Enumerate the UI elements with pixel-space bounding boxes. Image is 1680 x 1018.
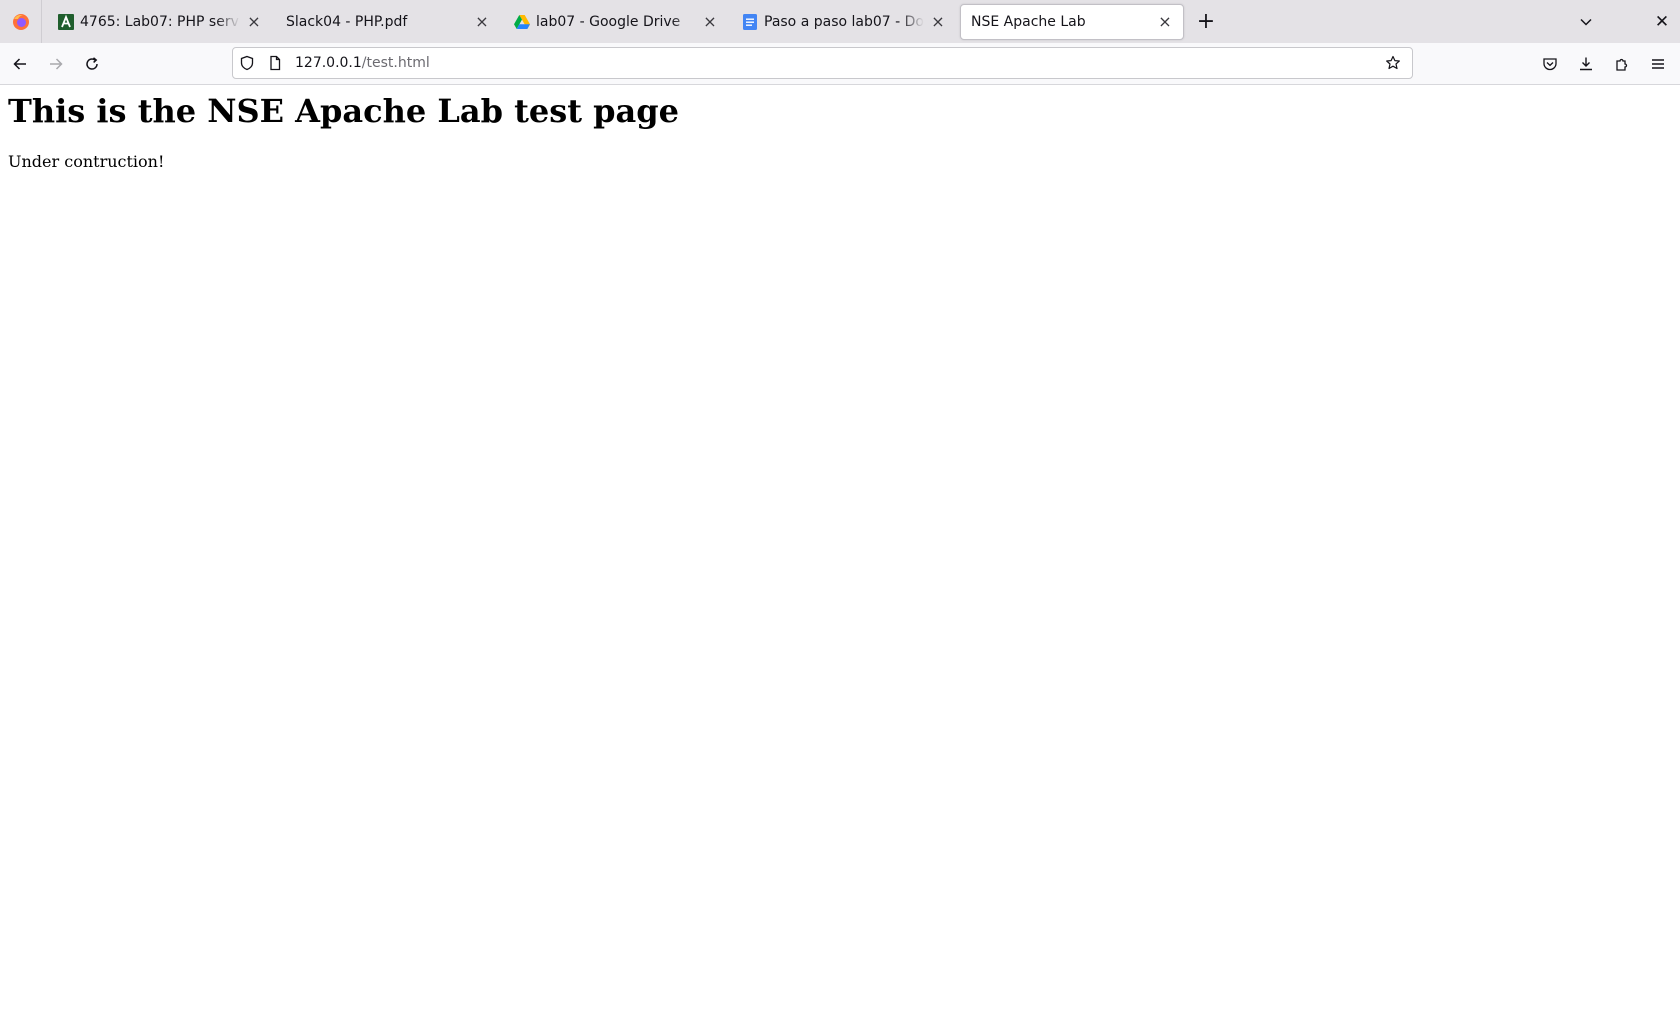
tab-paso-a-paso-lab07[interactable]: Paso a paso lab07 - Documentos de Google…: [732, 4, 956, 40]
google-drive-icon: [514, 14, 530, 30]
tab-list: 4765: Lab07: PHP server | Ejercicios de …: [42, 0, 1220, 43]
close-icon[interactable]: ×: [928, 12, 948, 32]
reload-button[interactable]: [76, 48, 108, 80]
close-icon[interactable]: ×: [1155, 12, 1175, 32]
app-menu-button[interactable]: [1642, 48, 1674, 80]
address-bar[interactable]: 127.0.0.1/test.html: [232, 47, 1413, 79]
downloads-button[interactable]: [1570, 48, 1602, 80]
pocket-icon: [1543, 58, 1557, 71]
google-docs-icon: [742, 13, 758, 30]
list-all-tabs-button[interactable]: [1568, 4, 1604, 40]
tab-lab07-google-drive[interactable]: lab07 - Google Drive ×: [504, 4, 728, 40]
tabstrip-controls: ✕: [1568, 0, 1680, 43]
bookmark-star-icon[interactable]: [1380, 48, 1406, 78]
firefox-logo-icon: [12, 13, 29, 30]
tab-title: lab07 - Google Drive: [536, 13, 681, 30]
navigation-toolbar: 127.0.0.1/test.html: [0, 43, 1680, 85]
puzzle-piece-icon: [1616, 58, 1628, 71]
url-text: 127.0.0.1/test.html: [295, 55, 430, 71]
tab-lab07-php-server[interactable]: 4765: Lab07: PHP server | Ejercicios de …: [48, 4, 272, 40]
hamburger-menu-icon: [1652, 59, 1664, 69]
chevron-down-icon: [1580, 18, 1592, 26]
firefox-view-button[interactable]: [0, 0, 42, 43]
toolbar-right: [1530, 43, 1680, 85]
reload-icon: [86, 56, 98, 70]
tracking-protection-shield-icon[interactable]: [233, 48, 261, 78]
tab-strip: 4765: Lab07: PHP server | Ejercicios de …: [0, 0, 1680, 43]
forward-button[interactable]: [40, 48, 72, 80]
url-path: /test.html: [361, 55, 430, 71]
tab-title: Paso a paso lab07 - Documentos de Google: [764, 13, 924, 30]
new-tab-button[interactable]: +: [1192, 8, 1220, 36]
close-icon[interactable]: ×: [700, 12, 720, 32]
tab-title: Slack04 - PHP.pdf: [286, 13, 408, 30]
extensions-button[interactable]: [1606, 48, 1638, 80]
tab-title: NSE Apache Lab: [971, 13, 1086, 30]
page-info-icon[interactable]: [261, 48, 289, 78]
window-close-button[interactable]: ✕: [1644, 4, 1680, 40]
page-heading: This is the NSE Apache Lab test page: [8, 92, 679, 130]
close-icon[interactable]: ×: [244, 12, 264, 32]
url-host: 127.0.0.1: [295, 55, 362, 71]
aula-a-icon: [58, 13, 74, 30]
page-content: This is the NSE Apache Lab test page Und…: [0, 86, 1680, 1018]
close-icon[interactable]: ×: [472, 12, 492, 32]
forward-arrow-icon: [50, 57, 63, 70]
back-button[interactable]: [4, 48, 36, 80]
tab-slack04-php-pdf[interactable]: Slack04 - PHP.pdf ×: [276, 4, 500, 40]
page-paragraph: Under contruction!: [8, 152, 165, 171]
tab-nse-apache-lab[interactable]: NSE Apache Lab ×: [960, 3, 1184, 40]
pocket-button[interactable]: [1534, 48, 1566, 80]
download-icon: [1580, 57, 1592, 71]
tab-title: 4765: Lab07: PHP server | Ejercicios de …: [80, 13, 240, 30]
back-arrow-icon: [13, 57, 26, 70]
